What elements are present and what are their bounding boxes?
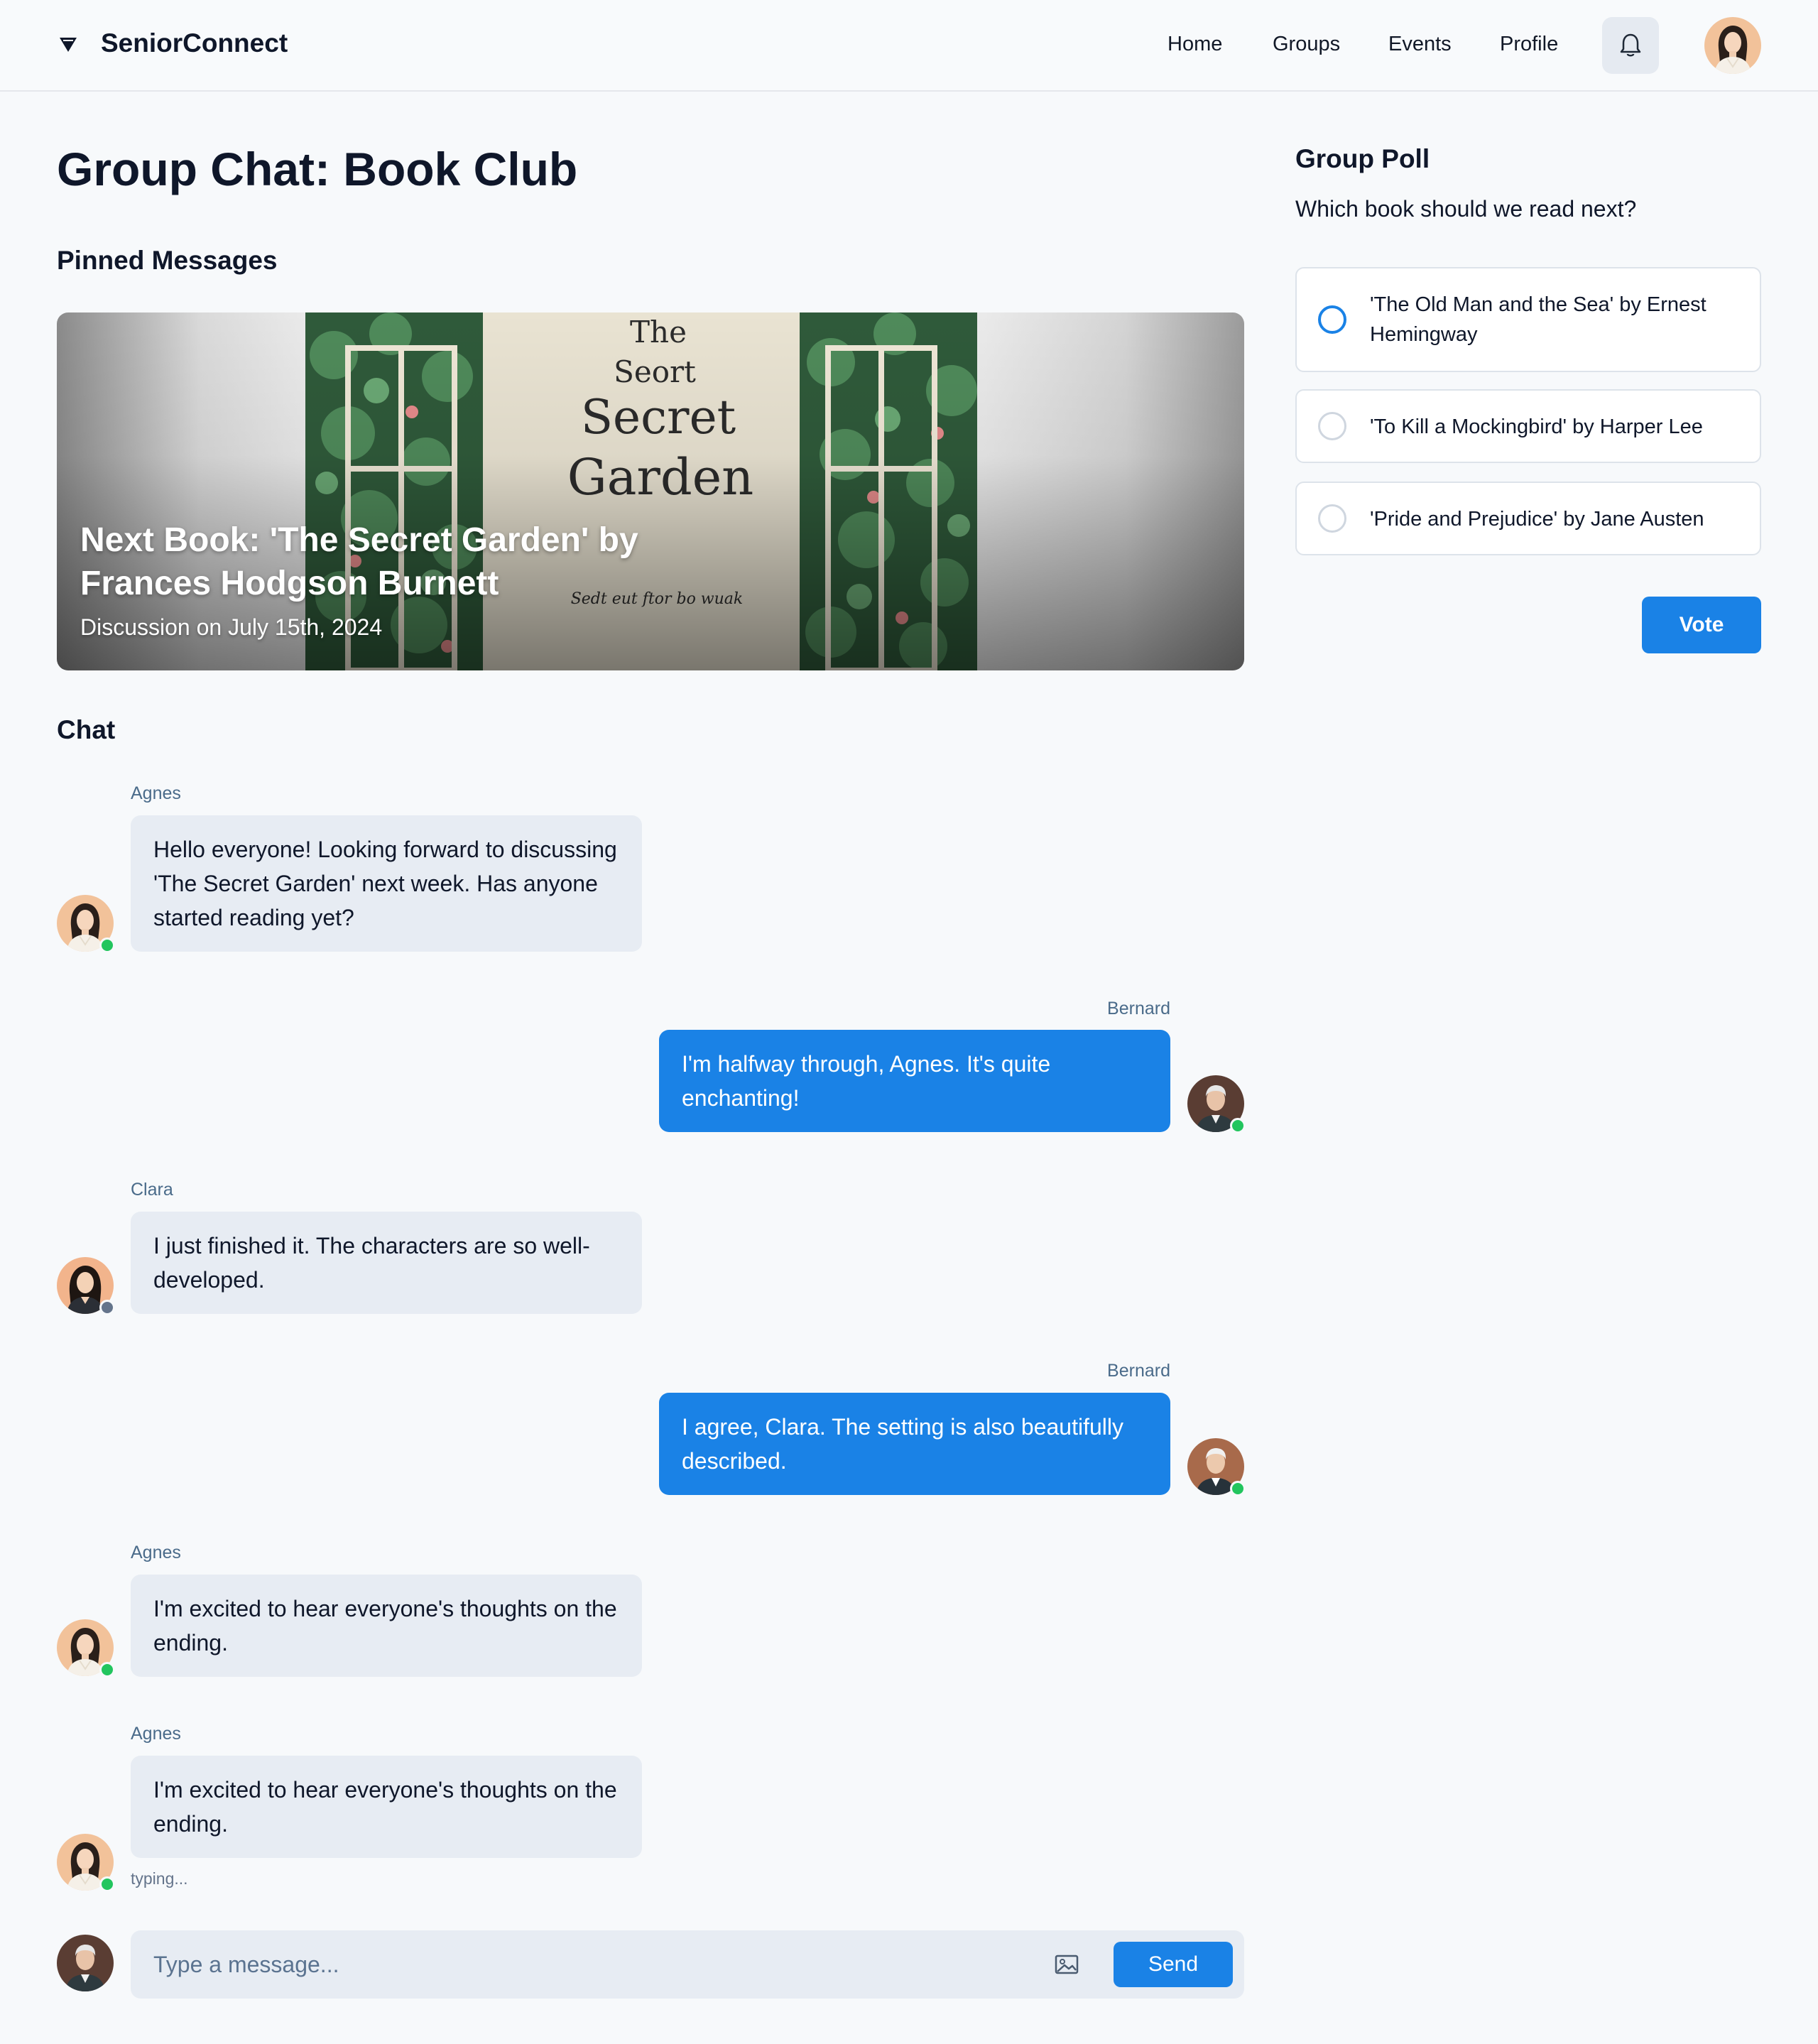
message-author: Agnes	[131, 1543, 181, 1562]
offline-status-dot	[99, 1300, 115, 1315]
avatar[interactable]	[57, 1257, 115, 1315]
avatar[interactable]	[57, 1834, 115, 1892]
avatar[interactable]	[57, 1619, 115, 1678]
pinned-subtitle: Discussion on July 15th, 2024	[80, 614, 383, 640]
message-input[interactable]	[153, 1930, 1077, 1999]
brand-name: SeniorConnect	[101, 28, 288, 58]
chat-heading: Chat	[57, 715, 116, 744]
avatar[interactable]	[1187, 1075, 1246, 1134]
vote-button[interactable]: Vote	[1642, 597, 1761, 653]
bell-icon	[1620, 33, 1641, 57]
poll-option[interactable]: 'Pride and Prejudice' by Jane Austen	[1295, 482, 1761, 555]
online-status-dot	[1230, 1481, 1246, 1496]
poll-option-label: 'The Old Man and the Sea' by Ernest Hemi…	[1370, 293, 1707, 346]
radio-button[interactable]	[1318, 504, 1346, 533]
message-composer: Send	[131, 1930, 1244, 1999]
message-bubble: Hello everyone! Looking forward to discu…	[131, 815, 642, 952]
message-author: Clara	[131, 1180, 173, 1200]
message-bubble: I'm excited to hear everyone's thoughts …	[131, 1575, 642, 1677]
nav-profile[interactable]: Profile	[1500, 33, 1558, 56]
brand[interactable]: SeniorConnect	[57, 28, 288, 58]
poll-option-label: 'Pride and Prejudice' by Jane Austen	[1370, 508, 1704, 531]
nav-events[interactable]: Events	[1388, 33, 1452, 56]
avatar[interactable]	[1187, 1438, 1246, 1496]
typing-indicator: typing...	[131, 1869, 188, 1888]
message-bubble: I'm excited to hear everyone's thoughts …	[131, 1756, 642, 1858]
notifications-button[interactable]	[1602, 17, 1659, 74]
pinned-title: Next Book: 'The Secret Garden' by France…	[80, 521, 638, 602]
message-bubble: I'm halfway through, Agnes. It's quite e…	[659, 1030, 1170, 1132]
poll-option[interactable]: 'The Old Man and the Sea' by Ernest Hemi…	[1295, 267, 1761, 372]
composer-avatar	[57, 1935, 114, 1991]
send-button[interactable]: Send	[1114, 1942, 1233, 1987]
user-avatar[interactable]	[1704, 17, 1761, 74]
message-author: Agnes	[131, 1724, 181, 1744]
radio-button[interactable]	[1318, 412, 1346, 440]
online-status-dot	[99, 1662, 115, 1678]
nav-groups[interactable]: Groups	[1273, 33, 1340, 56]
message-bubble: I just finished it. The characters are s…	[131, 1212, 642, 1314]
diamond-logo-icon	[60, 38, 77, 52]
poll-option[interactable]: 'To Kill a Mockingbird' by Harper Lee	[1295, 389, 1761, 463]
message-author: Bernard	[1107, 1361, 1170, 1381]
nav-home[interactable]: Home	[1167, 33, 1222, 56]
message-author: Agnes	[131, 783, 181, 803]
online-status-dot	[99, 937, 115, 953]
top-navbar: SeniorConnect Home Groups Events Profile	[0, 0, 1818, 92]
image-icon[interactable]	[1054, 1952, 1079, 1977]
avatar[interactable]	[57, 895, 115, 953]
radio-button[interactable]	[1318, 305, 1346, 334]
poll-option-label: 'To Kill a Mockingbird' by Harper Lee	[1370, 415, 1703, 438]
poll-title: Group Poll	[1295, 144, 1430, 173]
online-status-dot	[1230, 1118, 1246, 1134]
pinned-message-card[interactable]: The Seort Secret Garden Sedt eut ftor bo…	[57, 312, 1244, 670]
message-author: Bernard	[1107, 999, 1170, 1018]
message-bubble: I agree, Clara. The setting is also beau…	[659, 1393, 1170, 1495]
page-title: Group Chat: Book Club	[57, 143, 578, 195]
online-status-dot	[99, 1876, 115, 1892]
poll-question: Which book should we read next?	[1295, 196, 1637, 222]
pinned-heading: Pinned Messages	[57, 246, 278, 275]
